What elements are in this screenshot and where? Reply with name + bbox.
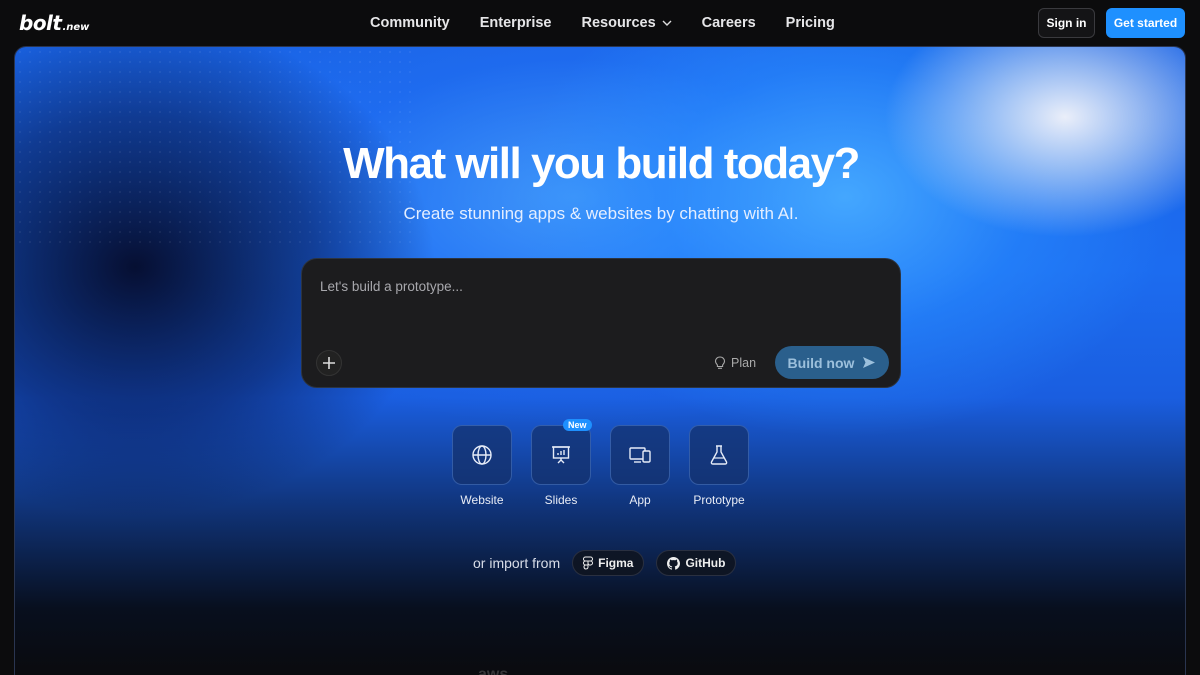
aws-logo: aws bbox=[478, 666, 509, 675]
hero-title: What will you build today? bbox=[343, 139, 860, 188]
send-arrow-icon bbox=[863, 357, 876, 368]
option-tile[interactable] bbox=[452, 425, 512, 485]
plus-icon bbox=[323, 357, 335, 369]
top-navbar: bolt.new Community Enterprise Resources … bbox=[0, 0, 1200, 46]
sign-in-button[interactable]: Sign in bbox=[1038, 8, 1095, 38]
nav-pricing[interactable]: Pricing bbox=[786, 15, 835, 31]
hero-subtitle: Create stunning apps & websites by chatt… bbox=[403, 204, 799, 223]
devices-icon bbox=[629, 447, 651, 463]
import-label: or import from bbox=[473, 555, 561, 571]
plan-toggle[interactable]: Plan bbox=[714, 353, 756, 373]
plan-label: Plan bbox=[731, 356, 757, 370]
flask-icon bbox=[710, 445, 728, 465]
build-now-label: Build now bbox=[787, 354, 855, 371]
import-row: or import from Figma GitHub bbox=[473, 550, 737, 576]
new-badge: New bbox=[563, 419, 592, 431]
option-label: Slides bbox=[544, 493, 578, 507]
github-label: GitHub bbox=[685, 556, 726, 570]
option-slides[interactable]: New Slides bbox=[531, 419, 592, 507]
option-tile[interactable] bbox=[531, 425, 591, 485]
figma-label: Figma bbox=[598, 556, 634, 570]
build-now-button[interactable]: Build now bbox=[775, 346, 889, 379]
prompt-input[interactable] bbox=[320, 279, 880, 329]
nav-community[interactable]: Community bbox=[370, 15, 450, 31]
logo-suffix: .new bbox=[62, 22, 90, 33]
option-label: App bbox=[629, 493, 651, 507]
option-app[interactable]: App bbox=[610, 425, 670, 507]
option-prototype[interactable]: Prototype bbox=[689, 425, 749, 507]
hero-panel: What will you build today? Create stunni… bbox=[14, 46, 1186, 675]
import-figma-button[interactable]: Figma bbox=[572, 550, 645, 576]
nav-resources-label: Resources bbox=[581, 15, 656, 31]
bolt-logo[interactable]: bolt.new bbox=[19, 11, 89, 40]
get-started-button[interactable]: Get started bbox=[1106, 8, 1185, 38]
project-type-options: Website New Slides App Prototype bbox=[452, 419, 749, 507]
github-icon bbox=[667, 556, 681, 570]
import-github-button[interactable]: GitHub bbox=[656, 550, 737, 576]
add-attachment-button[interactable] bbox=[316, 350, 342, 376]
lightbulb-icon bbox=[714, 356, 726, 369]
figma-icon bbox=[583, 556, 594, 570]
option-label: Website bbox=[460, 493, 504, 507]
nav-links: Community Enterprise Resources Careers P… bbox=[370, 0, 835, 46]
option-website[interactable]: Website bbox=[452, 425, 512, 507]
prompt-box: Plan Build now bbox=[301, 258, 901, 388]
chevron-down-icon bbox=[662, 20, 672, 26]
partner-logos-strip: aws bbox=[0, 660, 1200, 675]
nav-resources[interactable]: Resources bbox=[581, 15, 672, 31]
option-tile[interactable] bbox=[610, 425, 670, 485]
nav-enterprise[interactable]: Enterprise bbox=[480, 15, 552, 31]
nav-careers[interactable]: Careers bbox=[702, 15, 756, 31]
option-tile[interactable] bbox=[689, 425, 749, 485]
globe-icon bbox=[472, 445, 492, 465]
option-label: Prototype bbox=[693, 493, 745, 507]
logo-text: bolt bbox=[19, 11, 62, 35]
presentation-icon bbox=[552, 446, 570, 464]
